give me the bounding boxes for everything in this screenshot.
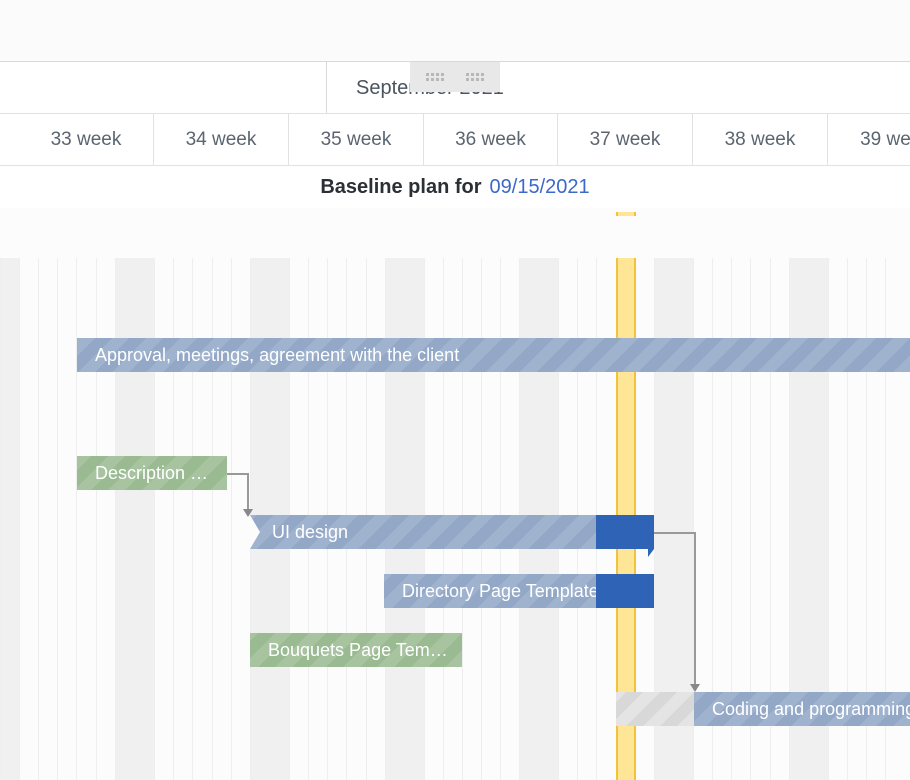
week-label: 33 week: [51, 129, 122, 151]
task-bar-ui-design[interactable]: UI design: [250, 515, 596, 549]
task-label: Coding and programming: [712, 699, 910, 720]
week-column[interactable]: 35 week: [289, 114, 424, 166]
week-label: 34 week: [186, 129, 257, 151]
gantt-chart[interactable]: Approval, meetings, agreement with the c…: [0, 258, 910, 780]
task-bar-coding[interactable]: Coding and programming: [694, 692, 910, 726]
week-label: 36 week: [455, 129, 526, 151]
week-column[interactable]: 39 week: [828, 114, 910, 166]
task-label: Approval, meetings, agreement with the c…: [95, 345, 459, 366]
task-bar-description[interactable]: Description …: [77, 456, 227, 490]
task-bar-approval[interactable]: Approval, meetings, agreement with the c…: [77, 338, 910, 372]
dependency-line: [227, 473, 247, 475]
dependency-line: [247, 473, 249, 509]
month-divider: [326, 62, 327, 113]
task-label: Directory Page Template: [402, 581, 596, 602]
grip-icon: [466, 73, 484, 81]
arrowhead-down-icon: [690, 684, 700, 692]
task-label: Bouquets Page Tem…: [268, 640, 448, 661]
task-bar-extension[interactable]: [596, 515, 654, 549]
week-label: 37 week: [590, 129, 661, 151]
today-marker-top: [616, 212, 636, 216]
task-label: Description …: [95, 463, 208, 484]
week-label: 38 week: [725, 129, 796, 151]
week-column[interactable]: 34 week: [154, 114, 289, 166]
week-column[interactable]: 36 week: [424, 114, 558, 166]
week-column[interactable]: 33 week: [19, 114, 154, 166]
week-label: 39 week: [860, 129, 910, 151]
task-bar-bouquets[interactable]: Bouquets Page Tem…: [250, 633, 462, 667]
task-label: UI design: [272, 522, 348, 543]
week-column[interactable]: 37 week: [558, 114, 693, 166]
grip-icon: [426, 73, 444, 81]
timeline-week-header: 33 week 34 week 35 week 36 week 37 week …: [0, 114, 910, 166]
dependency-line: [694, 532, 696, 684]
task-bar-directory[interactable]: Directory Page Template: [384, 574, 596, 608]
task-bar-extension[interactable]: [596, 574, 654, 608]
task-bar-placeholder[interactable]: [616, 692, 694, 726]
bar-end-flag: [648, 549, 654, 557]
bar-start-notch: [250, 515, 260, 549]
baseline-prefix: Baseline plan for: [320, 176, 481, 199]
panel-resize-handle[interactable]: [410, 62, 500, 92]
baseline-date[interactable]: 09/15/2021: [490, 176, 590, 199]
week-column[interactable]: 38 week: [693, 114, 828, 166]
baseline-title: Baseline plan for 09/15/2021: [0, 166, 910, 208]
dependency-line: [654, 532, 694, 534]
week-label: 35 week: [321, 129, 392, 151]
toolbar: [0, 0, 910, 62]
